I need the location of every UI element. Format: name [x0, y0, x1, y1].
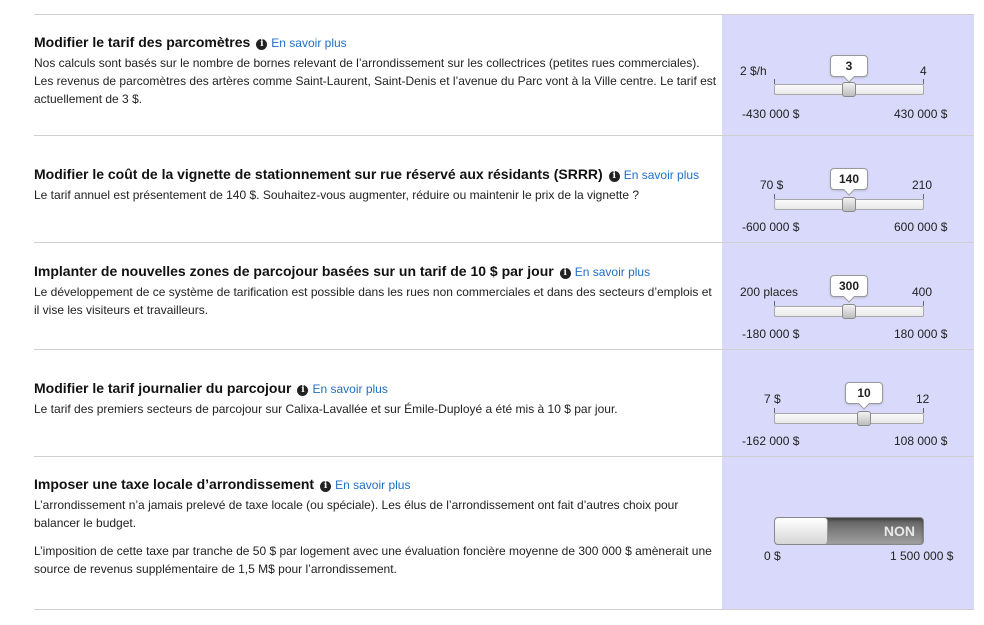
item-title: Modifier le coût de la vignette de stati…	[34, 166, 603, 182]
slider-min-label: 70 $	[760, 178, 784, 192]
slider-tick	[923, 408, 924, 413]
slider-control: 70 $ 210 140 -600 000 $ 600 000 $	[734, 165, 974, 265]
slider-max-label: 4	[920, 64, 927, 78]
item-description: L’imposition de cette taxe par tranche d…	[34, 544, 712, 576]
learn-more-link[interactable]: En savoir plus	[335, 478, 410, 492]
item-title: Modifier le tarif des parcomètres	[34, 34, 251, 50]
slider-min-label: 7 $	[764, 392, 781, 406]
impact-max-label: 430 000 $	[894, 107, 948, 121]
slider-value-bubble: 300	[830, 275, 868, 297]
slider-max-label: 210	[912, 178, 933, 192]
slider-handle[interactable]	[842, 82, 856, 97]
learn-more-link[interactable]: En savoir plus	[575, 265, 650, 279]
slider-control: 200 places 400 300 -180 000 $ 180 000 $	[734, 262, 974, 362]
impact-max-label: 108 000 $	[894, 434, 948, 448]
slider-tick	[774, 408, 775, 413]
slider-value-bubble: 3	[830, 55, 868, 77]
slider-handle[interactable]	[842, 304, 856, 319]
info-icon[interactable]: i	[297, 385, 309, 396]
item-title: Modifier le tarif journalier du parcojou…	[34, 380, 292, 396]
item-description: L’arrondissement n’a jamais prelevé de t…	[34, 498, 679, 530]
slider-control: 2 $/h 4 3 -430 000 $ 430 000 $	[734, 33, 974, 133]
slider-tick	[923, 79, 924, 84]
impact-min-label: -600 000 $	[742, 220, 800, 234]
impact-max-label: 180 000 $	[894, 327, 948, 341]
slider-handle[interactable]	[857, 411, 871, 426]
info-icon[interactable]: i	[559, 268, 571, 279]
slider-tick	[923, 301, 924, 306]
slider-value-bubble: 140	[830, 168, 868, 190]
slider-min-label: 2 $/h	[740, 64, 767, 78]
info-icon[interactable]: i	[608, 171, 620, 182]
divider	[34, 14, 974, 15]
slider-tick	[923, 194, 924, 199]
slider-max-label: 12	[916, 392, 930, 406]
toggle-knob[interactable]	[775, 518, 828, 544]
learn-more-link[interactable]: En savoir plus	[624, 168, 699, 182]
slider-tick	[774, 79, 775, 84]
divider	[34, 609, 974, 610]
item-title: Implanter de nouvelles zones de parcojou…	[34, 263, 554, 279]
divider	[34, 135, 974, 136]
info-icon[interactable]: i	[320, 481, 332, 492]
toggle-control: NON 0 $ 1 500 000 $	[734, 475, 974, 575]
learn-more-link[interactable]: En savoir plus	[312, 382, 387, 396]
slider-max-label: 400	[912, 285, 933, 299]
impact-max-label: 600 000 $	[894, 220, 948, 234]
item-title: Imposer une taxe locale d’arrondissement	[34, 476, 315, 492]
impact-max-label: 1 500 000 $	[890, 549, 954, 563]
tax-toggle-switch[interactable]: NON	[774, 517, 924, 545]
learn-more-link[interactable]: En savoir plus	[271, 36, 346, 50]
impact-min-label: -162 000 $	[742, 434, 800, 448]
impact-min-label: -430 000 $	[742, 107, 800, 121]
slider-track[interactable]	[774, 413, 924, 424]
slider-handle[interactable]	[842, 197, 856, 212]
item-description: Le tarif annuel est présentement de 140 …	[34, 188, 640, 202]
slider-tick	[774, 301, 775, 306]
impact-min-label: -180 000 $	[742, 327, 800, 341]
item-description: Le tarif des premiers secteurs de parcoj…	[34, 402, 618, 416]
impact-min-label: 0 $	[764, 549, 781, 563]
slider-min-label: 200 places	[740, 285, 799, 299]
slider-tick	[774, 194, 775, 199]
item-description: Nos calculs sont basés sur le nombre de …	[34, 56, 717, 106]
slider-control: 7 $ 12 10 -162 000 $ 108 000 $	[734, 379, 974, 479]
slider-value-bubble: 10	[845, 382, 883, 404]
info-icon[interactable]: i	[256, 39, 268, 50]
toggle-state-label: NON	[883, 523, 915, 539]
item-description: Le développement de ce système de tarifi…	[34, 285, 712, 317]
